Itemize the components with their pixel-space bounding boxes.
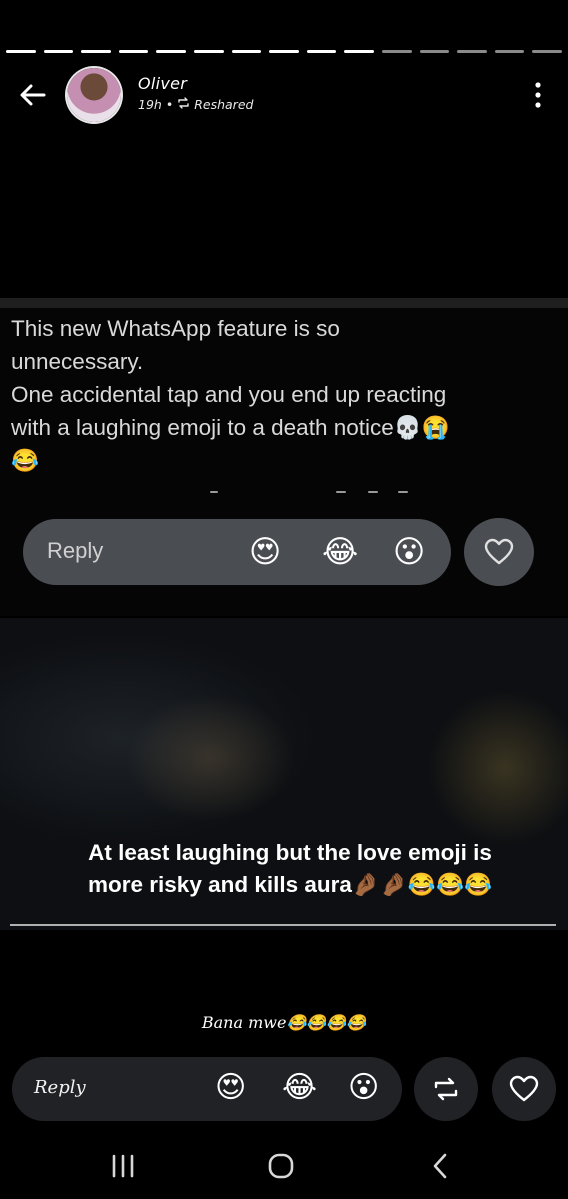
reshare-small-icon: [177, 97, 190, 112]
progress-segment: [269, 50, 299, 53]
reshare-button[interactable]: [414, 1057, 478, 1121]
divider-dash: [368, 491, 378, 493]
divider-line: [10, 924, 556, 926]
back-arrow-icon[interactable]: [16, 78, 50, 112]
progress-segment: [81, 50, 111, 53]
embedded-heart-icon: [464, 518, 534, 586]
laughing-reaction[interactable]: 😂: [282, 1069, 317, 1107]
progress-segment: [118, 50, 149, 53]
progress-segment: [6, 50, 36, 53]
progress-segment: [419, 50, 450, 53]
author-name[interactable]: Oliver: [138, 74, 187, 93]
tweet-line: with a laughing emoji to a death notice💀…: [11, 415, 450, 440]
reply-input[interactable]: Reply: [34, 1077, 86, 1098]
reshare-icon: [434, 1077, 458, 1101]
reply-bar[interactable]: Reply 😍 😂 😮: [12, 1057, 402, 1121]
divider-dash: [336, 491, 346, 493]
comment-line: more risky and kills aura🤌🏾🤌🏾😂😂😂: [88, 872, 492, 897]
divider-dash: [398, 491, 408, 493]
tweet-line: One accidental tap and you end up reacti…: [11, 382, 447, 407]
heart-icon: [509, 1075, 539, 1102]
shared-screenshot-1: This new WhatsApp feature is so unnecess…: [0, 298, 568, 616]
like-button[interactable]: [492, 1057, 556, 1121]
progress-segment: [494, 50, 525, 53]
more-vertical-icon[interactable]: [528, 80, 548, 110]
progress-segment: [43, 50, 74, 53]
story-progress: [6, 50, 562, 54]
comment-line: At least laughing but the love emoji is: [88, 840, 492, 865]
tweet-line: unnecessary.: [11, 349, 144, 374]
tweet-line: 😂: [11, 448, 40, 473]
heart-eyes-reaction[interactable]: 😍: [215, 1069, 246, 1107]
home-icon[interactable]: [261, 1150, 301, 1182]
divider-dash: [210, 491, 218, 493]
surprised-emoji: 😮: [393, 534, 426, 570]
progress-segment: [381, 50, 412, 53]
tweet-text: This new WhatsApp feature is so unnecess…: [11, 312, 556, 477]
progress-segment: [344, 50, 374, 53]
tweet-line: This new WhatsApp feature is so: [11, 316, 340, 341]
recents-icon[interactable]: [103, 1150, 143, 1182]
embedded-reply-label: Reply: [47, 538, 104, 563]
shared-screenshot-2: At least laughing but the love emoji is …: [0, 618, 568, 930]
avatar[interactable]: [67, 68, 121, 122]
heart-eyes-emoji: 😍: [249, 534, 282, 570]
comment-text: At least laughing but the love emoji is …: [20, 837, 560, 901]
laughing-emoji: 😂: [322, 534, 359, 570]
separator-dot: •: [165, 97, 174, 112]
nav-back-icon[interactable]: [420, 1150, 460, 1182]
surprised-reaction[interactable]: 😮: [348, 1069, 379, 1107]
progress-segment: [156, 50, 186, 53]
progress-segment: [457, 50, 487, 53]
progress-segment: [193, 50, 224, 53]
post-meta: 19h • Reshared: [138, 97, 253, 112]
story-caption: Bana mwe😂😂😂😂: [201, 1013, 367, 1032]
progress-segment: [532, 50, 562, 53]
post-time: 19h: [138, 97, 162, 112]
progress-segment: [231, 50, 262, 53]
progress-segment: [306, 50, 337, 53]
embedded-reply-bar: Reply 😍 😂 😮: [23, 519, 451, 585]
screenshot-top-edge: [0, 298, 568, 308]
post-status: Reshared: [194, 97, 254, 112]
